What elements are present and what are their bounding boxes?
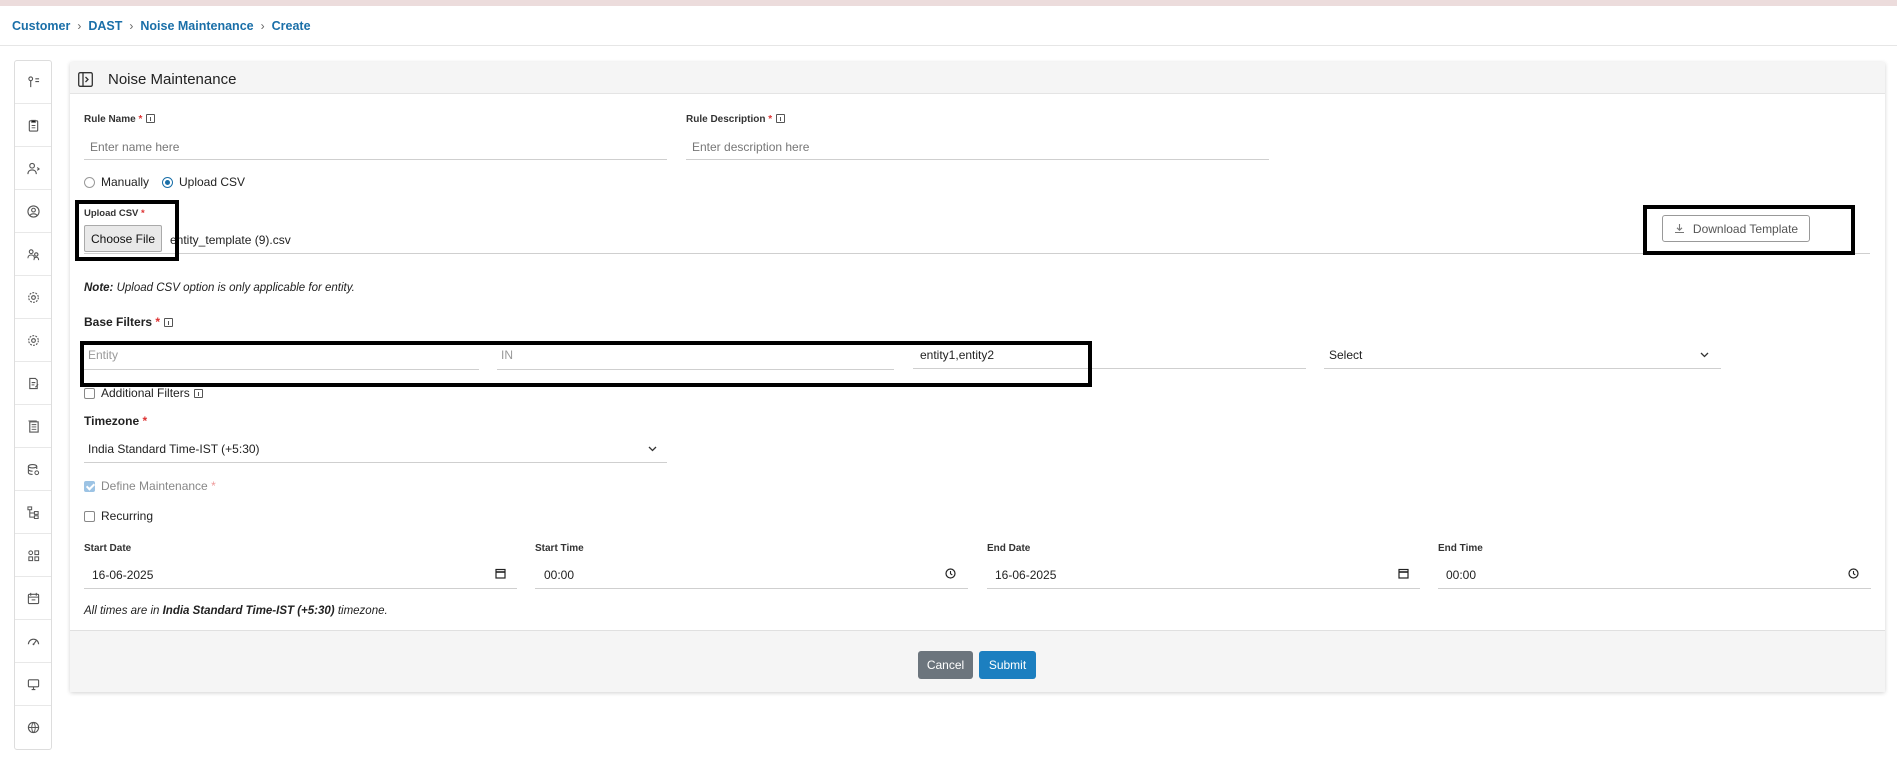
sidebar-item-calendar[interactable] (15, 577, 51, 620)
additional-filters-checkbox[interactable]: Additional Filters (84, 386, 203, 400)
upload-underline (84, 253, 1870, 254)
submit-button[interactable]: Submit (979, 651, 1036, 679)
database-icon (27, 463, 39, 475)
highlight-box (80, 341, 1092, 387)
cancel-button[interactable]: Cancel (918, 651, 973, 679)
uploaded-filename: entity_template (9).csv (170, 233, 291, 247)
start-date-underline (84, 563, 517, 589)
sidebar-item-reports[interactable] (15, 405, 51, 448)
sidebar-item-settings-cog[interactable] (15, 319, 51, 362)
chevron-right-icon: › (129, 19, 134, 33)
sidebar-item-globe[interactable] (15, 706, 51, 749)
settings-cog-icon (27, 334, 39, 346)
timezone-underline (84, 438, 667, 463)
highlight-box (1643, 205, 1855, 255)
globe-icon (27, 721, 39, 734)
start-date-label: Start Date (84, 543, 132, 554)
info-icon[interactable] (776, 114, 786, 123)
users-icon (26, 248, 39, 260)
start-time-underline (535, 563, 968, 589)
sidebar-item-user-circle[interactable] (15, 190, 51, 233)
dashboard-gauge-icon (27, 638, 39, 645)
sidebar-item-user-gear[interactable] (15, 147, 51, 190)
chevron-right-icon: › (77, 19, 82, 33)
clipboard-icon (28, 119, 38, 132)
header-divider (0, 45, 1897, 46)
chevron-right-icon: › (260, 19, 265, 33)
info-icon[interactable] (146, 114, 156, 123)
sidebar (14, 60, 52, 750)
sidebar-item-flow[interactable] (15, 61, 51, 104)
radio-upload-csv[interactable]: Upload CSV (162, 175, 245, 189)
calendar-icon (27, 592, 39, 604)
sidebar-item-monitor[interactable] (15, 663, 51, 706)
sidebar-item-apps-grid[interactable] (15, 534, 51, 577)
end-time-label: End Time (1438, 543, 1483, 554)
reports-icon (27, 419, 39, 433)
rule-name-label: Rule Name * (84, 114, 156, 125)
apps-grid-icon (27, 549, 39, 561)
recurring-checkbox[interactable]: Recurring (84, 509, 153, 523)
user-circle-icon (26, 204, 40, 218)
sidebar-item-dashboard[interactable] (15, 620, 51, 663)
sidebar-item-database[interactable] (15, 448, 51, 491)
base-filters-label: Base Filters * (84, 315, 174, 329)
top-accent-bar (0, 0, 1897, 6)
card-header: Noise Maintenance (70, 62, 1885, 94)
page-title: Noise Maintenance (108, 71, 237, 88)
edit-document-icon (28, 377, 39, 389)
rule-description-input[interactable] (686, 135, 1269, 160)
end-date-underline (987, 563, 1420, 589)
sidebar-item-users[interactable] (15, 233, 51, 276)
sidebar-item-hierarchy[interactable] (15, 491, 51, 534)
start-time-label: Start Time (535, 543, 584, 554)
define-maintenance-checkbox[interactable]: Define Maintenance * (84, 479, 216, 493)
timezone-note: All times are in India Standard Time-IST… (84, 605, 388, 617)
form-footer (70, 630, 1885, 692)
sidebar-item-edit-document[interactable] (15, 362, 51, 405)
end-date-label: End Date (987, 543, 1031, 554)
highlight-box (75, 200, 179, 261)
sidebar-item-clipboard[interactable] (15, 104, 51, 147)
flow-icon (27, 75, 39, 87)
info-icon[interactable] (193, 388, 203, 398)
end-time-underline (1438, 563, 1871, 589)
timezone-label: Timezone * (84, 414, 148, 428)
user-gear-icon (26, 162, 40, 174)
radio-manually[interactable]: Manually (84, 175, 149, 189)
breadcrumb-dast[interactable]: DAST (88, 19, 122, 33)
info-icon[interactable] (164, 318, 174, 327)
settings-icon (27, 291, 39, 303)
sidebar-item-settings[interactable] (15, 276, 51, 319)
upload-note: Note: Upload CSV option is only applicab… (84, 282, 355, 294)
breadcrumb-noise-maintenance[interactable]: Noise Maintenance (140, 19, 253, 33)
hierarchy-icon (26, 505, 39, 519)
breadcrumb-customer[interactable]: Customer (12, 19, 70, 33)
collapse-panel-icon[interactable] (78, 72, 93, 87)
rule-description-label: Rule Description * (686, 114, 786, 125)
rule-name-input[interactable] (84, 135, 667, 160)
monitor-icon (27, 678, 39, 690)
breadcrumb-create[interactable]: Create (272, 19, 311, 33)
filter-select-underline (1324, 345, 1721, 369)
breadcrumb: Customer › DAST › Noise Maintenance › Cr… (12, 18, 311, 34)
